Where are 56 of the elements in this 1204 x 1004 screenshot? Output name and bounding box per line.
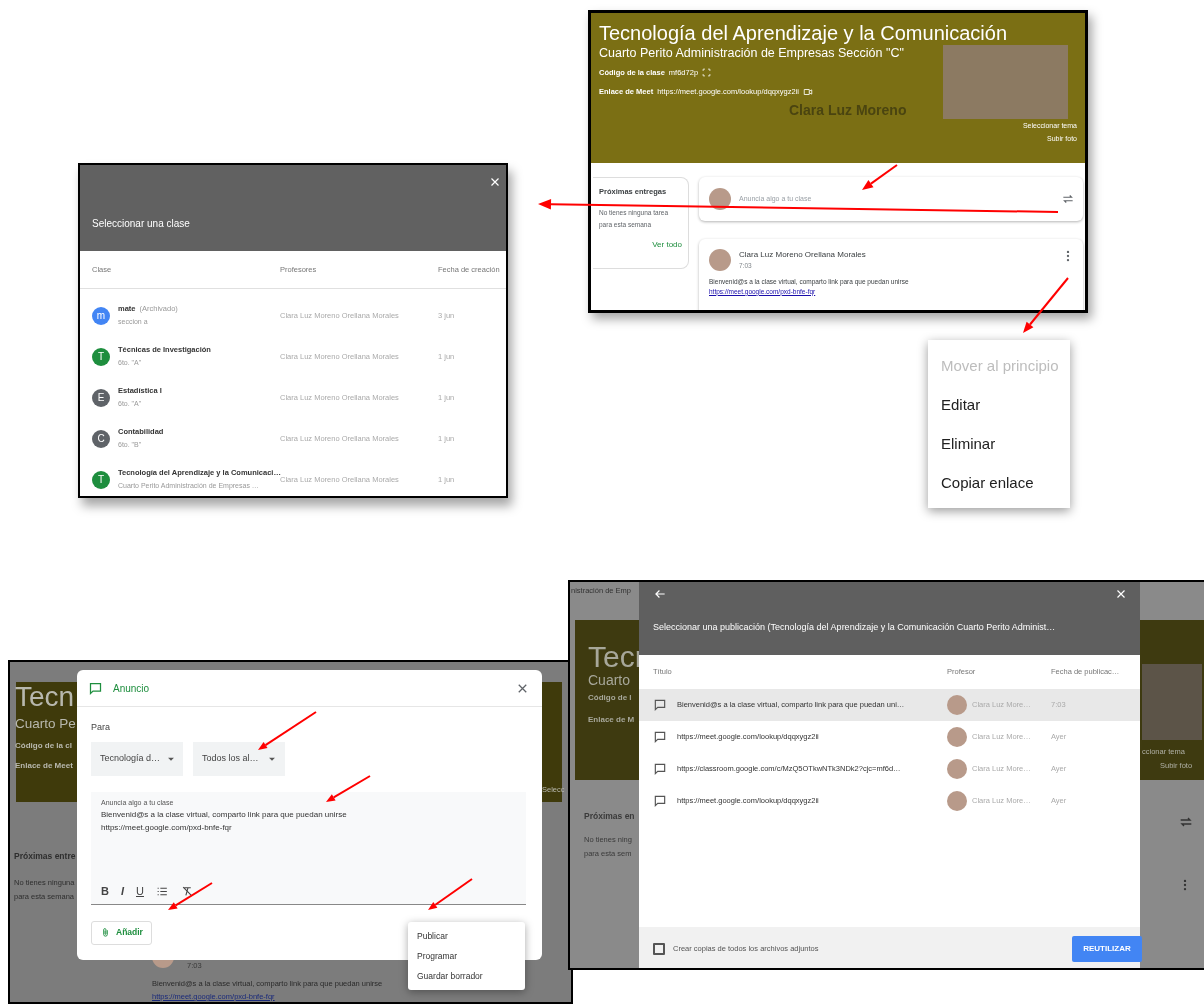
announcement-text: Bienvenid@s a la clase virtual, comparto link para que puedan unirse — [101, 809, 348, 821]
dialog-title: Seleccionar una clase — [92, 217, 191, 231]
banner-text: Enlace de M — [588, 714, 635, 726]
view-all-link[interactable]: Ver todo — [599, 239, 682, 252]
format-button[interactable]: U — [136, 883, 144, 900]
pointer-arrow — [862, 164, 898, 190]
avatar — [709, 188, 731, 210]
post-author: Clara Luz Moreno Orellana Morales — [739, 249, 867, 261]
sidebar-text: Próximas entre — [14, 850, 76, 863]
speech-bubble-icon — [653, 794, 667, 808]
speech-bubble-icon — [653, 762, 667, 776]
sidebar-text: Próximas en — [584, 810, 635, 823]
repeat-icon[interactable] — [1061, 192, 1075, 206]
announcement-text: https://meet.google.com/pxd-bnfe-fqr — [101, 822, 233, 834]
dropdown[interactable]: Todos los al… — [193, 741, 285, 776]
checkbox[interactable] — [653, 942, 665, 955]
video-camera-icon[interactable] — [802, 86, 813, 97]
menu-item[interactable]: Copiar enlace — [928, 464, 1070, 503]
speech-bubble-icon — [653, 730, 667, 744]
clear-format-icon[interactable] — [180, 884, 194, 898]
dropdown[interactable]: Tecnología d… — [91, 741, 183, 776]
pointer-arrow — [428, 878, 473, 910]
class-avatar: m — [92, 306, 110, 325]
format-button[interactable]: I — [120, 883, 124, 900]
attach-button[interactable]: Añadir — [91, 920, 152, 945]
avatar — [947, 727, 967, 747]
menu-item[interactable]: Editar — [928, 386, 1070, 425]
for-label: Para — [91, 721, 111, 734]
reuse-button[interactable]: REUTILIZAR — [1072, 935, 1142, 962]
class-avatar: C — [92, 429, 110, 448]
speech-bubble-icon — [88, 680, 103, 696]
menu-item[interactable]: Guardar borrador — [408, 966, 525, 986]
class-avatar: E — [92, 388, 110, 407]
speech-bubble-icon — [653, 698, 667, 712]
dialog-title: Anuncio — [113, 681, 151, 696]
class-title: Tecnología del Aprendizaje y la Comunicación — [599, 21, 1009, 45]
banner-text: Código de l — [588, 692, 632, 704]
back-arrow-icon[interactable] — [653, 587, 667, 601]
format-button[interactable]: B — [101, 883, 109, 900]
class-subtitle: Cuarto Perito Administración de Empresas Sección "C" — [599, 45, 905, 61]
avatar — [947, 695, 967, 715]
menu-item[interactable]: Programar — [408, 946, 525, 966]
avatar — [947, 759, 967, 779]
avatar — [947, 791, 967, 811]
pointer-arrow — [168, 882, 213, 910]
paperclip-icon — [100, 927, 111, 938]
menu-item[interactable]: Eliminar — [928, 425, 1070, 464]
class-avatar: T — [92, 347, 110, 366]
expand-icon[interactable] — [702, 68, 712, 78]
pointer-arrow — [1023, 277, 1069, 333]
avatar — [709, 249, 731, 271]
dialog-title: Seleccionar una publicación (Tecnología del Aprendizaje y la Comunicación Cuarto Perito Administ… — [653, 621, 1057, 634]
class-avatar: T — [92, 470, 110, 489]
pointer-arrow — [258, 711, 317, 750]
menu-item[interactable]: Publicar — [408, 926, 525, 946]
pointer-arrow — [326, 775, 371, 802]
